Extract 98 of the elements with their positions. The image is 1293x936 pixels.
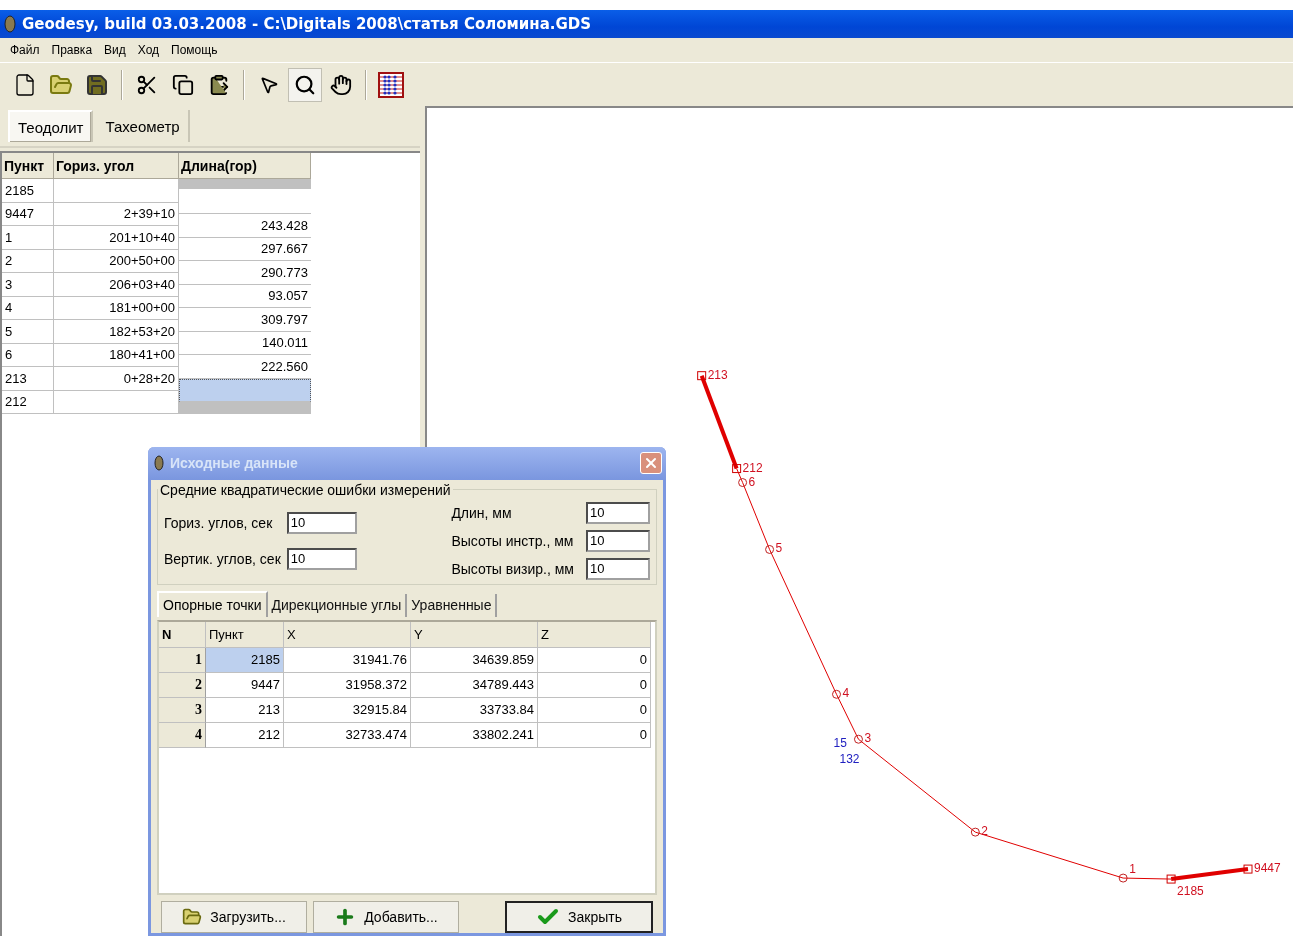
point-label: 212 bbox=[742, 460, 763, 475]
error-label: 15 bbox=[833, 736, 847, 751]
field-label: Высоты визир., мм bbox=[451, 560, 574, 577]
group-title: Средние квадратические ошибки измерений bbox=[159, 481, 452, 498]
folder-icon bbox=[182, 907, 203, 927]
table-cell: 1 bbox=[2, 226, 54, 250]
table-cell: 0 bbox=[538, 722, 651, 748]
table-cell: 5 bbox=[2, 320, 54, 344]
table-cell: 2 bbox=[2, 249, 54, 273]
control-point-marker bbox=[697, 371, 707, 381]
input-field[interactable]: 10 bbox=[586, 529, 650, 552]
column-header: X bbox=[284, 621, 411, 648]
table-cell: 33733.84 bbox=[411, 697, 538, 723]
menu-item[interactable]: Вид bbox=[104, 43, 126, 57]
menu-item[interactable]: Ход bbox=[137, 43, 160, 57]
table-cell: 6 bbox=[2, 343, 54, 367]
app-icon bbox=[154, 455, 164, 472]
column-header: N bbox=[159, 621, 206, 648]
hand-icon bbox=[330, 73, 352, 96]
table-cell: 34789.443 bbox=[411, 672, 538, 698]
window-title: Geodesy, build 03.03.2008 - C:\Digitals 2008\статья Соломина.GDS bbox=[22, 15, 592, 33]
table-cell: 32733.474 bbox=[284, 722, 411, 748]
abacus-icon bbox=[378, 71, 404, 98]
point-label: 9447 bbox=[1254, 861, 1281, 876]
close-button[interactable] bbox=[640, 452, 662, 475]
station-marker bbox=[970, 827, 980, 837]
table-cell: 0 bbox=[538, 647, 651, 673]
table-cell[interactable] bbox=[179, 378, 311, 402]
control-point-marker bbox=[1243, 864, 1253, 874]
point-label: 3 bbox=[864, 731, 872, 746]
station-marker bbox=[832, 689, 841, 699]
error-label: 132 bbox=[839, 752, 860, 767]
dialog-button[interactable]: Добавить... bbox=[313, 901, 459, 933]
menu-item[interactable]: Правка bbox=[51, 43, 93, 57]
point-label: 2185 bbox=[1177, 884, 1204, 899]
point-label: 4 bbox=[842, 686, 850, 701]
field-label: Вертик. углов, сек bbox=[164, 550, 281, 567]
toolbar-button[interactable] bbox=[288, 67, 322, 102]
menu-item[interactable]: Помощь bbox=[171, 43, 218, 57]
scissors-icon bbox=[136, 73, 158, 96]
search-icon bbox=[294, 73, 316, 96]
table-cell[interactable]: 212 bbox=[206, 722, 284, 748]
table-cell: 0 bbox=[538, 672, 651, 698]
copy-icon bbox=[172, 73, 194, 96]
table-cell[interactable]: 2185 bbox=[206, 647, 284, 673]
tab[interactable]: Опорные точки bbox=[157, 590, 268, 617]
column-header: Гориз. угол bbox=[54, 153, 179, 179]
station-marker bbox=[738, 478, 748, 488]
table-cell: 4 bbox=[2, 296, 54, 320]
paste-icon bbox=[208, 73, 230, 96]
table-cell: 32915.84 bbox=[284, 697, 411, 723]
table-cell: 213 bbox=[2, 367, 54, 391]
point-label: 6 bbox=[748, 474, 756, 489]
input-field[interactable]: 10 bbox=[286, 547, 357, 570]
station-marker bbox=[765, 544, 775, 554]
control-point-marker bbox=[1166, 874, 1176, 884]
folder-icon bbox=[49, 72, 73, 97]
dialog-title: Исходные данные bbox=[170, 455, 299, 472]
station-marker bbox=[854, 734, 863, 744]
table-cell: 31941.76 bbox=[284, 647, 411, 673]
tab[interactable]: Теодолит bbox=[8, 110, 94, 142]
column-header: Пункт bbox=[206, 621, 284, 648]
station-marker bbox=[1118, 873, 1128, 883]
table-cell[interactable]: 213 bbox=[206, 697, 284, 723]
column-header: Y bbox=[411, 621, 538, 648]
point-label: 2 bbox=[981, 824, 988, 839]
column-header: Z bbox=[538, 621, 651, 648]
input-field[interactable]: 10 bbox=[286, 511, 357, 534]
new-file-icon bbox=[13, 72, 37, 97]
row-number: 4 bbox=[159, 722, 206, 748]
point-label: 1 bbox=[1129, 862, 1136, 877]
dialog-button[interactable]: Загрузить... bbox=[161, 901, 307, 933]
dialog-button[interactable]: Закрыть bbox=[505, 901, 653, 933]
point-label: 5 bbox=[775, 541, 783, 556]
control-point-marker bbox=[732, 464, 742, 474]
table-cell: 3 bbox=[2, 273, 54, 297]
input-field[interactable]: 10 bbox=[586, 557, 650, 580]
table-cell: 2185 bbox=[2, 179, 54, 203]
column-header: Длина(гор) bbox=[179, 153, 311, 179]
table-cell: 2+39+10 bbox=[54, 202, 179, 226]
table-cell: 9447 bbox=[2, 202, 54, 226]
menu-item[interactable]: Файл bbox=[10, 43, 40, 57]
column-header: Пункт bbox=[2, 153, 54, 179]
table-cell: 0 bbox=[538, 697, 651, 723]
row-number: 2 bbox=[159, 672, 206, 698]
table-cell: 34639.859 bbox=[411, 647, 538, 673]
row-number: 1 bbox=[159, 647, 206, 673]
field-label: Высоты инстр., мм bbox=[451, 532, 574, 549]
input-field[interactable]: 10 bbox=[586, 501, 650, 524]
table-cell: 31958.372 bbox=[284, 672, 411, 698]
table-cell: 33802.241 bbox=[411, 722, 538, 748]
table-cell: 212 bbox=[2, 390, 54, 414]
table-cell[interactable]: 9447 bbox=[206, 672, 284, 698]
app-icon bbox=[4, 15, 16, 33]
field-label: Гориз. углов, сек bbox=[164, 514, 273, 531]
field-label: Длин, мм bbox=[451, 504, 512, 521]
point-label: 213 bbox=[707, 367, 728, 382]
row-number: 3 bbox=[159, 697, 206, 723]
